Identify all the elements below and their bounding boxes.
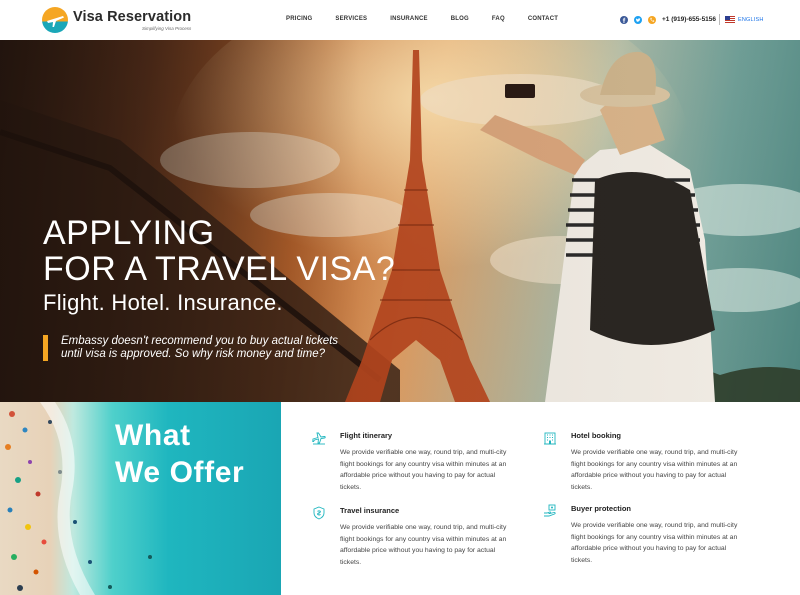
offer-title-line2: We Offer: [115, 456, 245, 489]
hero-banner: APPLYING FOR A TRAVEL VISA? Flight. Hote…: [0, 40, 800, 402]
offer-title-line1: What: [115, 419, 191, 452]
feature-text: We provide verifiable one way, round tri…: [340, 449, 507, 491]
language-label: ENGLISH: [738, 16, 764, 23]
hero-title: APPLYING FOR A TRAVEL VISA?: [43, 215, 395, 287]
hero-title-line2: FOR A TRAVEL VISA?: [43, 250, 396, 288]
features-panel: Flight itinerary We provide verifiable o…: [281, 402, 800, 595]
feature-title: Buyer protection: [571, 504, 632, 513]
hero-quote-line2: until visa is approved. So why risk mone…: [61, 348, 325, 360]
us-flag-icon: [725, 16, 735, 23]
brand-name: Visa Reservation: [73, 8, 192, 25]
airplane-icon: [312, 432, 326, 445]
feature-buyer-protection: Buyer protection We provide verifiable o…: [544, 504, 771, 566]
phone-number[interactable]: +1 (919)-655-5156: [662, 16, 716, 23]
social-links: [620, 16, 662, 24]
site-header: Visa Reservation Simplifying Visa Proces…: [0, 0, 800, 40]
nav-blog[interactable]: BLOG: [451, 16, 469, 22]
shield-icon: [313, 506, 325, 520]
twitter-icon[interactable]: [634, 16, 642, 24]
hero-quote-line1: Embassy doesn't recommend you to buy act…: [61, 335, 339, 347]
main-nav: PRICING SERVICES INSURANCE BLOG FAQ CONT…: [286, 16, 581, 22]
hotel-icon: [544, 432, 556, 445]
feature-text: We provide verifiable one way, round tri…: [571, 449, 738, 491]
nav-faq[interactable]: FAQ: [492, 16, 505, 22]
logo-icon: [42, 7, 68, 33]
hero-title-line1: APPLYING: [43, 214, 215, 252]
header-divider: [719, 14, 720, 25]
offer-title: What We Offer: [115, 417, 244, 491]
language-selector[interactable]: ENGLISH: [725, 16, 764, 23]
feature-title: Flight itinerary: [340, 431, 393, 440]
brand-tagline: Simplifying Visa Process: [142, 25, 192, 31]
hand-money-icon: [544, 504, 556, 517]
phone-icon[interactable]: [648, 16, 656, 24]
feature-hotel-booking: Hotel booking We provide verifiable one …: [544, 431, 771, 493]
hero-subtitle: Flight. Hotel. Insurance.: [43, 290, 283, 315]
nav-services[interactable]: SERVICES: [335, 16, 367, 22]
feature-travel-insurance: Travel insurance We provide verifiable o…: [313, 506, 540, 568]
feature-text: We provide verifiable one way, round tri…: [340, 524, 507, 566]
nav-pricing[interactable]: PRICING: [286, 16, 312, 22]
nav-insurance[interactable]: INSURANCE: [390, 16, 427, 22]
hero-quote: Embassy doesn't recommend you to buy act…: [43, 335, 338, 361]
feature-text: We provide verifiable one way, round tri…: [571, 522, 738, 564]
nav-contact[interactable]: CONTACT: [528, 16, 558, 22]
facebook-icon[interactable]: [620, 16, 628, 24]
feature-title: Hotel booking: [571, 431, 621, 440]
brand-logo[interactable]: Visa Reservation Simplifying Visa Proces…: [42, 7, 191, 33]
feature-title: Travel insurance: [340, 506, 400, 515]
feature-flight-itinerary: Flight itinerary We provide verifiable o…: [312, 431, 540, 493]
